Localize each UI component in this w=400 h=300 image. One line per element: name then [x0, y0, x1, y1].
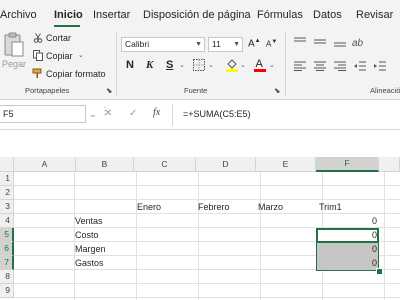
row-header-7[interactable]: 7 — [0, 256, 14, 270]
cell-b7[interactable]: Gastos — [75, 256, 104, 270]
insert-function-icon[interactable]: fx — [153, 107, 160, 118]
cut-button[interactable]: Cortar — [46, 33, 71, 43]
borders-chevron-icon[interactable]: ⌄ — [208, 61, 214, 69]
column-header-d[interactable]: D — [196, 157, 256, 172]
clipboard-dialog-launcher-icon[interactable]: ⬊ — [106, 86, 112, 95]
font-size-value: 11 — [212, 39, 221, 49]
cancel-icon[interactable]: ✕ — [104, 108, 112, 119]
fill-handle[interactable] — [376, 268, 383, 275]
bold-button[interactable]: N — [126, 59, 134, 71]
paste-icon[interactable] — [3, 32, 25, 58]
decrease-font-size-icon[interactable]: A▼ — [266, 39, 277, 49]
ribbon: Pegar ⌄ Cortar Copiar ⌄ Copiar formato P… — [0, 28, 400, 100]
clipboard-group-label: Portapapeles — [25, 86, 70, 95]
align-right-icon[interactable] — [334, 61, 346, 71]
cell-b6[interactable]: Margen — [75, 242, 106, 256]
group-separator — [285, 32, 286, 96]
alignment-group-label: Alineació — [370, 86, 400, 95]
fill-color-chevron-icon[interactable]: ⌄ — [240, 61, 246, 69]
align-top-icon[interactable] — [294, 37, 306, 47]
group-separator — [116, 32, 117, 96]
borders-icon[interactable] — [193, 59, 205, 71]
chevron-down-icon: ▼ — [195, 41, 202, 48]
name-box[interactable]: F5 — [0, 105, 86, 123]
svg-text:A: A — [256, 58, 264, 70]
row-header-6[interactable]: 6 — [0, 242, 14, 256]
align-bottom-icon[interactable] — [334, 37, 346, 47]
increase-indent-icon[interactable] — [374, 61, 386, 71]
cell-f6[interactable]: 0 — [319, 242, 377, 256]
tab-inicio[interactable]: Inicio — [54, 9, 83, 21]
column-header-e[interactable]: E — [256, 157, 316, 172]
align-left-icon[interactable] — [294, 61, 306, 71]
tab-insertar[interactable]: Insertar — [93, 9, 130, 21]
tab-archivo[interactable]: Archivo — [0, 9, 37, 21]
font-group-label: Fuente — [184, 86, 208, 95]
cell-f5[interactable]: 0 — [319, 228, 377, 242]
format-painter-button[interactable]: Copiar formato — [46, 69, 106, 79]
align-center-icon[interactable] — [314, 61, 326, 71]
chevron-down-icon: ▼ — [233, 41, 240, 48]
increase-font-size-icon[interactable]: A▲ — [248, 38, 261, 49]
row-header-4[interactable]: 4 — [0, 214, 14, 228]
column-header-c[interactable]: C — [134, 157, 196, 172]
decrease-indent-icon[interactable] — [354, 61, 366, 71]
tab-disposicion-de-pagina[interactable]: Disposición de página — [143, 9, 251, 21]
column-header-f[interactable]: F — [316, 157, 379, 172]
cell-f4[interactable]: 0 — [319, 214, 377, 228]
font-color-chevron-icon[interactable]: ⌄ — [269, 61, 275, 69]
format-painter-icon[interactable] — [32, 68, 43, 79]
align-middle-icon[interactable] — [314, 37, 326, 47]
underline-chevron-icon[interactable]: ⌄ — [179, 61, 185, 69]
underline-button[interactable]: S — [166, 59, 173, 71]
row-header-8[interactable]: 8 — [0, 270, 14, 284]
font-color-icon[interactable]: A — [254, 57, 266, 72]
copy-icon[interactable] — [33, 50, 43, 61]
column-header-a[interactable]: A — [14, 157, 76, 172]
scissors-icon[interactable] — [33, 33, 43, 43]
tab-formulas[interactable]: Fórmulas — [257, 9, 303, 21]
paste-chevron-icon[interactable]: ⌄ — [20, 61, 26, 69]
select-all-corner[interactable] — [0, 157, 14, 172]
active-tab-indicator — [54, 25, 80, 27]
tab-datos[interactable]: Datos — [313, 9, 342, 21]
name-box-chevron-icon[interactable]: ⌄ — [89, 109, 97, 120]
formula-bar: F5 ⌄ ⋮ ✕ ✓ fx =+SUMA(C5:E5) — [0, 100, 400, 130]
row-header-2[interactable]: 2 — [0, 186, 14, 200]
cell-b5[interactable]: Costo — [75, 228, 99, 242]
row-header-5[interactable]: 5 — [0, 228, 14, 242]
copy-button[interactable]: Copiar — [46, 51, 73, 61]
cell-c3[interactable]: Enero — [137, 200, 161, 214]
cell-b4[interactable]: Ventas — [75, 214, 103, 228]
column-header-g[interactable] — [379, 157, 400, 172]
font-dialog-launcher-icon[interactable]: ⬊ — [274, 86, 280, 95]
name-box-value: F5 — [3, 109, 14, 119]
row-header-9[interactable]: 9 — [0, 284, 14, 298]
sheet-top-spacer — [0, 130, 400, 157]
font-name-value: Calibri — [125, 39, 150, 49]
tab-revisar[interactable]: Revisar — [356, 9, 393, 21]
column-header-b[interactable]: B — [76, 157, 134, 172]
row-header-1[interactable]: 1 — [0, 172, 14, 186]
ribbon-tab-bar: Archivo Inicio Insertar Disposición de p… — [0, 0, 400, 28]
italic-button[interactable]: K — [146, 59, 153, 71]
formula-input[interactable]: =+SUMA(C5:E5) — [183, 109, 251, 119]
fill-color-icon[interactable] — [226, 58, 238, 72]
svg-text:ab: ab — [352, 38, 364, 48]
orientation-icon[interactable]: ab — [352, 34, 366, 48]
font-name-dropdown[interactable]: Calibri ▼ — [121, 37, 205, 52]
cell-f3[interactable]: Trim1 — [319, 200, 342, 214]
cell-e3[interactable]: Marzo — [258, 200, 283, 214]
cell-f7[interactable]: 0 — [319, 256, 377, 270]
font-size-dropdown[interactable]: 11 ▼ — [208, 37, 243, 52]
copy-chevron-icon[interactable]: ⌄ — [78, 51, 84, 59]
formula-bar-divider — [172, 104, 173, 126]
row-header-3[interactable]: 3 — [0, 200, 14, 214]
enter-icon[interactable]: ✓ — [129, 108, 137, 119]
cell-d3[interactable]: Febrero — [198, 200, 230, 214]
